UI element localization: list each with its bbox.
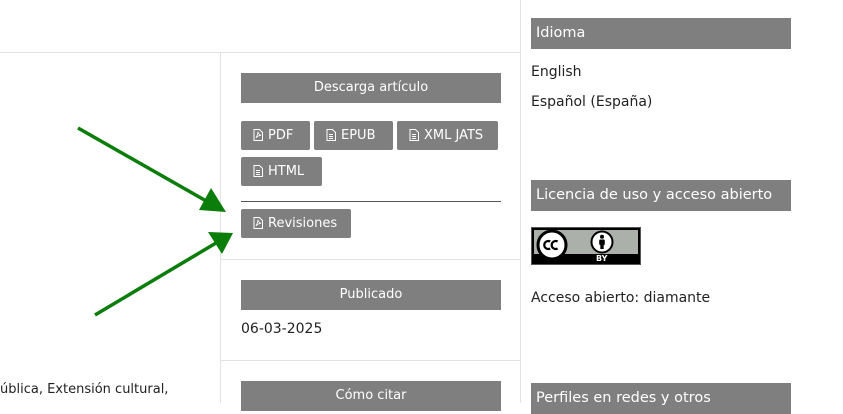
annotation-arrow-upper [77, 126, 209, 204]
annotation-arrowhead-lower [208, 232, 233, 254]
annotation-arrow-lower [94, 241, 217, 317]
annotation-arrows [77, 126, 233, 317]
